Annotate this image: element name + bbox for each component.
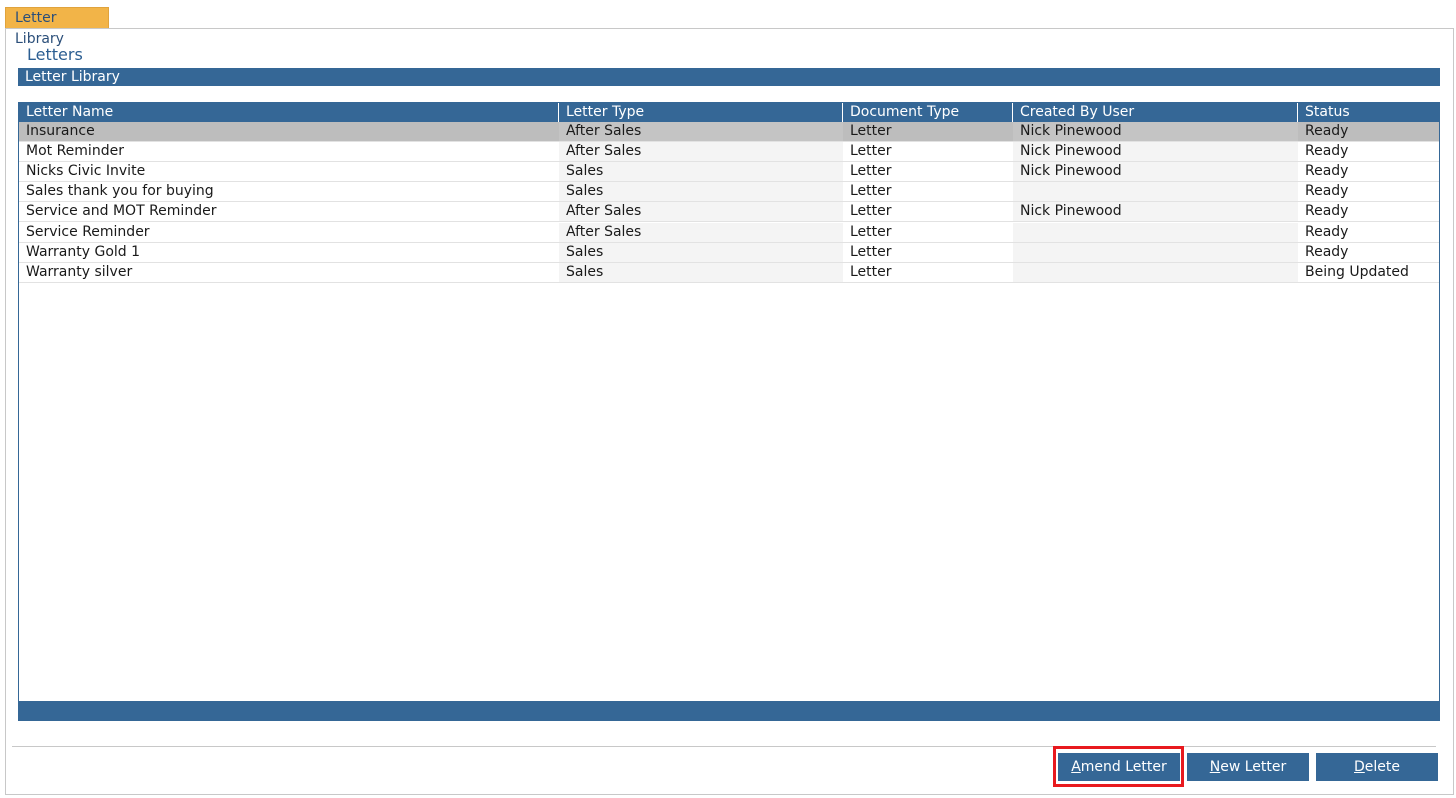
cell-letter-name: Warranty silver <box>26 263 133 280</box>
cell-status: Ready <box>1305 163 1349 180</box>
column-header-letter-type[interactable]: Letter Type <box>559 103 843 122</box>
table-footer-bar <box>19 701 1439 720</box>
cell-document-type: Letter <box>850 183 892 200</box>
cell-letter-name: Service and MOT Reminder <box>26 203 217 220</box>
cell-document-type: Letter <box>850 143 892 160</box>
tab-letter-library[interactable]: Letter Library <box>5 7 109 47</box>
cell-document-type: Letter <box>850 243 892 260</box>
cell-letter-name: Insurance <box>26 123 95 139</box>
cell-created-by <box>1013 182 1298 202</box>
cell-status: Ready <box>1305 203 1349 220</box>
column-header-created-by-user[interactable]: Created By User <box>1013 103 1298 122</box>
table-row[interactable]: Service Reminder After Sales Letter Ready <box>19 222 1439 243</box>
cell-letter-type: After Sales <box>559 202 843 222</box>
amend-letter-highlight <box>1053 746 1184 787</box>
cell-letter-type: After Sales <box>559 222 843 242</box>
table-row[interactable]: Warranty Gold 1 Sales Letter Ready <box>19 242 1439 263</box>
cell-letter-name: Warranty Gold 1 <box>26 243 141 260</box>
cell-created-by: Nick Pinewood <box>1013 122 1298 141</box>
cell-letter-type: Sales <box>559 182 843 202</box>
section-header-bar: Letter Library <box>18 68 1440 86</box>
table-row[interactable]: Nicks Civic Invite Sales Letter Nick Pinewo… <box>19 162 1439 183</box>
cell-letter-type: Sales <box>559 162 843 182</box>
cell-letter-type: Sales <box>559 242 843 262</box>
cell-letter-type: Sales <box>559 262 843 282</box>
cell-letter-name: Sales thank you for buying <box>26 183 214 200</box>
cell-created-by: Nick Pinewood <box>1013 202 1298 222</box>
cell-created-by: Nick Pinewood <box>1013 162 1298 182</box>
cell-created-by <box>1013 222 1298 242</box>
cell-created-by <box>1013 262 1298 282</box>
new-letter-button[interactable]: New Letter <box>1187 753 1309 781</box>
table-row[interactable]: Mot Reminder After Sales Letter Nick Pinewo… <box>19 142 1439 163</box>
page-title: Letters <box>27 45 83 64</box>
cell-created-by <box>1013 242 1298 262</box>
cell-status: Ready <box>1305 223 1349 240</box>
cell-document-type: Letter <box>850 263 892 280</box>
column-header-letter-name[interactable]: Letter Name <box>19 103 559 122</box>
cell-status: Ready <box>1305 123 1349 139</box>
column-header-status[interactable]: Status <box>1298 103 1439 122</box>
cell-letter-type: After Sales <box>559 122 843 141</box>
delete-button[interactable]: Delete <box>1316 753 1438 781</box>
cell-created-by: Nick Pinewood <box>1013 142 1298 162</box>
cell-status: Ready <box>1305 143 1349 160</box>
cell-letter-name: Nicks Civic Invite <box>26 163 146 180</box>
table-header: Letter Name Letter Type Document Type Cr… <box>19 103 1439 122</box>
cell-status: Ready <box>1305 183 1349 200</box>
table-row[interactable]: Sales thank you for buying Sales Letter Rea… <box>19 182 1439 203</box>
cell-letter-name: Service Reminder <box>26 223 150 240</box>
cell-document-type: Letter <box>850 163 892 180</box>
cell-status: Ready <box>1305 243 1349 260</box>
cell-letter-name: Mot Reminder <box>26 143 124 160</box>
divider <box>12 746 1436 747</box>
table-row[interactable]: Warranty silver Sales Letter Being Updated <box>19 262 1439 283</box>
table-row[interactable]: Service and MOT Reminder After Sales Lette… <box>19 202 1439 223</box>
cell-status: Being Updated <box>1305 263 1409 280</box>
cell-letter-type: After Sales <box>559 142 843 162</box>
cell-document-type: Letter <box>850 223 892 240</box>
column-header-document-type[interactable]: Document Type <box>843 103 1013 122</box>
letters-table: Letter Name Letter Type Document Type Cr… <box>18 102 1440 721</box>
table-row[interactable]: Insurance After Sales Letter Nick Pinewood R… <box>19 122 1439 142</box>
cell-document-type: Letter <box>850 123 892 139</box>
cell-document-type: Letter <box>850 203 892 220</box>
